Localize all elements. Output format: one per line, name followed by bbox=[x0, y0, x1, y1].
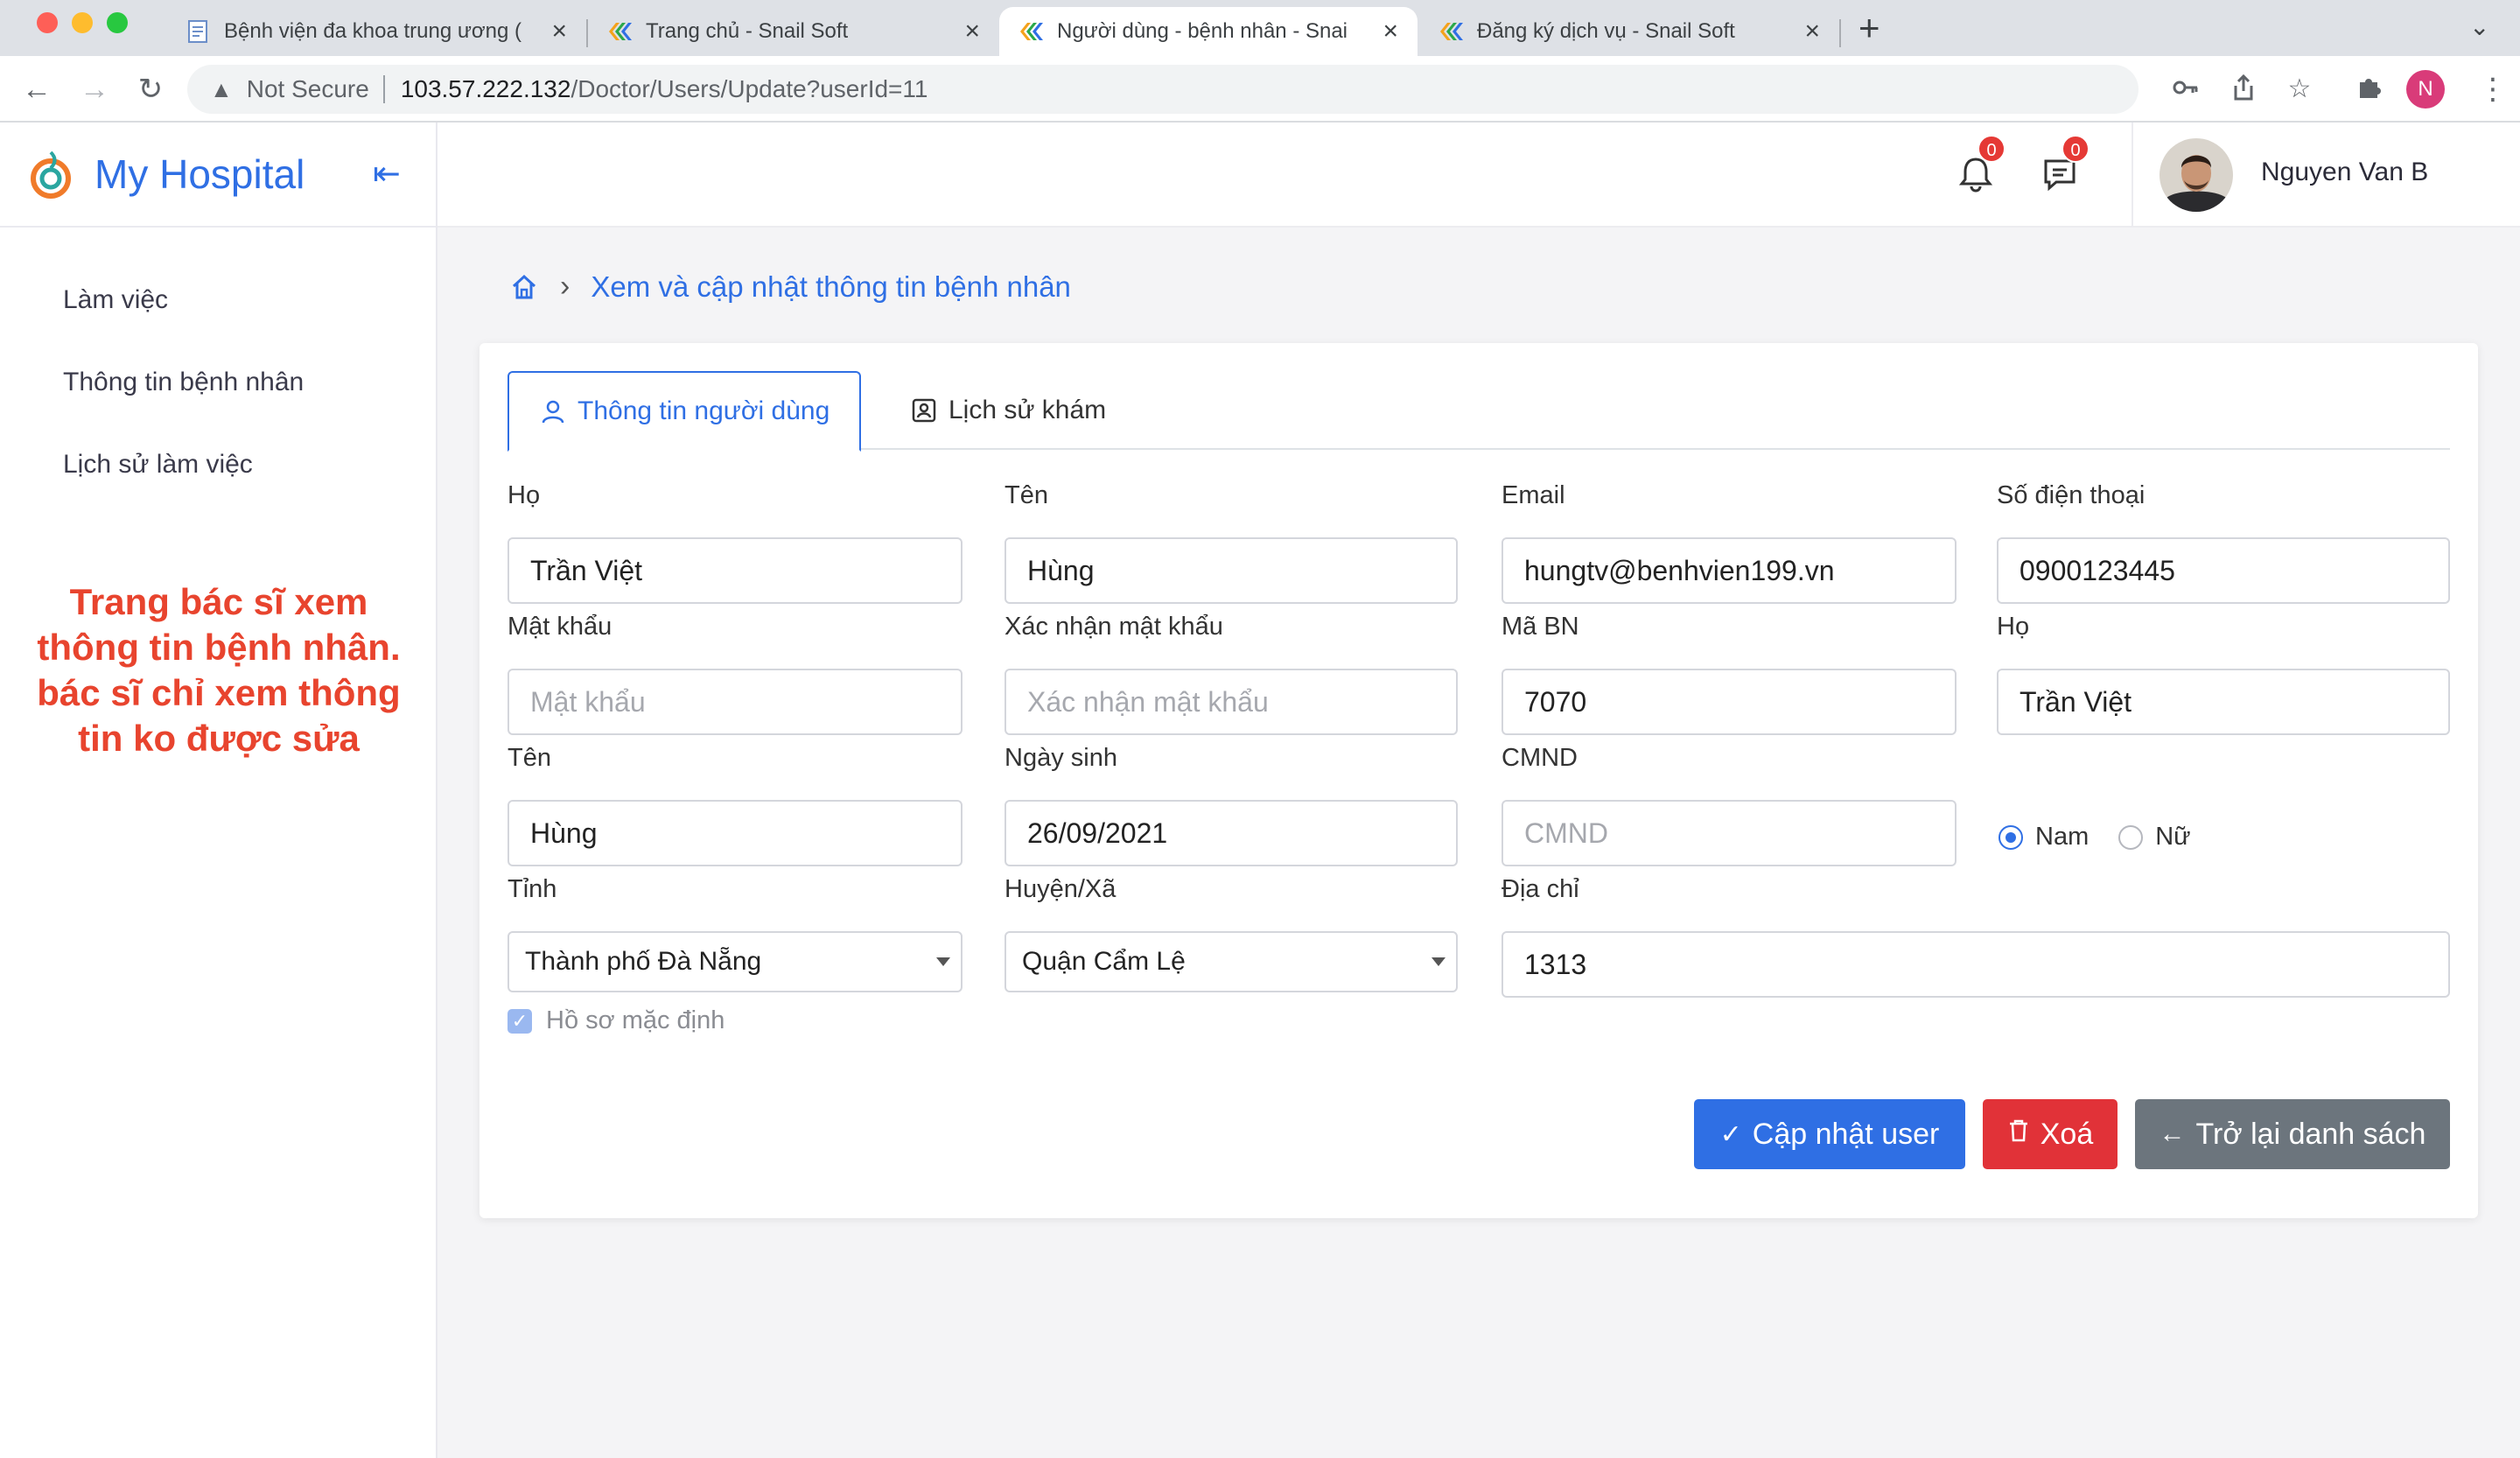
sidebar-item-lam-viec[interactable]: Làm việc bbox=[0, 259, 436, 341]
close-tab-icon[interactable]: × bbox=[1382, 18, 1398, 45]
browser-tab-3-active[interactable]: Người dùng - bệnh nhân - Snai × bbox=[999, 7, 1418, 56]
field-ho: Họ Trần Việt bbox=[508, 481, 962, 604]
app-header: 0 0 Nguyen Van B bbox=[438, 123, 2520, 228]
close-tab-icon[interactable]: × bbox=[1804, 18, 1820, 45]
phone-input[interactable]: 0900123445 bbox=[1997, 537, 2450, 604]
forward-arrow-icon[interactable]: → bbox=[77, 72, 112, 107]
ho-2-input[interactable]: Trần Việt bbox=[1997, 669, 2450, 735]
check-icon: ✓ bbox=[1719, 1119, 1742, 1149]
more-options-icon[interactable]: ⋮ bbox=[2478, 72, 2508, 107]
trash-icon bbox=[2007, 1118, 2030, 1150]
field-email: Email hungtv@benhvien199.vn bbox=[1502, 481, 1956, 604]
close-tab-icon[interactable]: × bbox=[964, 18, 980, 45]
ten-2-input[interactable]: Hùng bbox=[508, 800, 962, 866]
form-tabs: Thông tin người dùng Lịch sử khám bbox=[508, 371, 2450, 452]
brand-name[interactable]: My Hospital bbox=[94, 151, 304, 198]
delete-button[interactable]: Xoá bbox=[1983, 1099, 2118, 1169]
snail-soft-icon bbox=[1438, 19, 1463, 44]
username[interactable]: Nguyen Van B bbox=[2261, 158, 2428, 187]
sidebar-item-lich-su-lam-viec[interactable]: Lịch sử làm việc bbox=[0, 424, 436, 506]
share-icon[interactable] bbox=[2228, 74, 2259, 105]
tab-user-info[interactable]: Thông tin người dùng bbox=[508, 371, 862, 452]
user-avatar[interactable] bbox=[2160, 138, 2233, 212]
browser-toolbar: ← → ↻ ▲ Not Secure 103.57.222.132 /Docto… bbox=[0, 56, 2520, 123]
ma-bn-input[interactable]: 7070 bbox=[1502, 669, 1956, 735]
browser-tab-1[interactable]: Bệnh viện đa khoa trung ương ( × bbox=[166, 7, 586, 56]
browser-tab-2[interactable]: Trang chủ - Snail Soft × bbox=[588, 7, 999, 56]
reload-icon[interactable]: ↻ bbox=[133, 72, 168, 107]
address-bar[interactable]: ▲ Not Secure 103.57.222.132 /Doctor/User… bbox=[187, 65, 2138, 114]
breadcrumb: › Xem và cập nhật thông tin bệnh nhân bbox=[509, 270, 1071, 304]
field-ten: Tên Hùng bbox=[1004, 481, 1458, 604]
message-chat-icon[interactable]: 0 bbox=[2034, 135, 2090, 200]
new-tab-plus-icon[interactable]: + bbox=[1858, 9, 1880, 47]
brand-header: My Hospital ⇤ bbox=[0, 123, 436, 228]
address-input[interactable]: 1313 bbox=[1502, 931, 2450, 998]
chevron-right-icon: › bbox=[560, 270, 570, 303]
patient-form-card: Thông tin người dùng Lịch sử khám Họ Trầ… bbox=[480, 343, 2478, 1218]
password-input[interactable]: Mật khẩu bbox=[508, 669, 962, 735]
close-tab-icon[interactable]: × bbox=[551, 18, 567, 45]
dob-input[interactable]: 26/09/2021 bbox=[1004, 800, 1458, 866]
tab-search-chevron-icon[interactable]: ⌄ bbox=[2469, 12, 2489, 41]
ho-input[interactable]: Trần Việt bbox=[508, 537, 962, 604]
extensions-puzzle-icon[interactable] bbox=[2354, 74, 2385, 105]
province-select[interactable]: Thành phố Đà Nẵng bbox=[508, 931, 962, 992]
message-count-badge: 0 bbox=[2062, 135, 2090, 163]
confirm-password-input[interactable]: Xác nhận mật khẩu bbox=[1004, 669, 1458, 735]
notification-count-badge: 0 bbox=[1978, 135, 2006, 163]
update-user-button[interactable]: ✓ Cập nhật user bbox=[1694, 1099, 1965, 1169]
gender-radio-group: Nam Nữ bbox=[1998, 823, 2191, 852]
snail-soft-icon bbox=[607, 19, 632, 44]
warning-triangle-icon: ▲ bbox=[210, 75, 233, 102]
field-ma-bn: Mã BN 7070 bbox=[1502, 613, 1956, 735]
profile-avatar[interactable]: N bbox=[2406, 70, 2445, 109]
default-profile-checkbox-row: ✓ Hồ sơ mặc định bbox=[508, 1006, 724, 1035]
field-phone: Số điện thoại 0900123445 bbox=[1997, 481, 2450, 604]
default-profile-checkbox[interactable]: ✓ bbox=[508, 1008, 532, 1034]
field-district: Huyện/Xã Quận Cẩm Lệ bbox=[1004, 875, 1458, 992]
field-confirm-password: Xác nhận mật khẩu Xác nhận mật khẩu bbox=[1004, 613, 1458, 735]
field-dob: Ngày sinh 26/09/2021 bbox=[1004, 744, 1458, 866]
arrow-left-icon: ← bbox=[2159, 1119, 2186, 1148]
window-minimize-button[interactable] bbox=[72, 12, 93, 33]
hospital-logo-icon bbox=[31, 151, 71, 199]
cmnd-input[interactable]: CMND bbox=[1502, 800, 1956, 866]
gender-female-radio[interactable] bbox=[2118, 824, 2144, 850]
back-to-list-button[interactable]: ← Trở lại danh sách bbox=[2135, 1099, 2450, 1169]
back-arrow-icon[interactable]: ← bbox=[19, 72, 54, 107]
home-icon[interactable] bbox=[509, 272, 539, 302]
sidebar: My Hospital ⇤ Làm việc Thông tin bệnh nh… bbox=[0, 123, 438, 1458]
breadcrumb-current: Xem và cập nhật thông tin bệnh nhân bbox=[591, 270, 1071, 303]
user-icon bbox=[542, 400, 564, 424]
notification-bell-icon[interactable]: 0 bbox=[1950, 135, 2006, 200]
field-ho-2: Họ Trần Việt bbox=[1997, 613, 2450, 735]
ten-input[interactable]: Hùng bbox=[1004, 537, 1458, 604]
gender-male-radio[interactable] bbox=[1998, 824, 2023, 850]
window-maximize-button[interactable] bbox=[107, 12, 128, 33]
sidebar-item-thong-tin-benh-nhan[interactable]: Thông tin bệnh nhân bbox=[0, 341, 436, 424]
field-address: Địa chỉ 1313 bbox=[1502, 875, 2450, 998]
bookmark-star-icon[interactable]: ☆ bbox=[2284, 74, 2315, 105]
browser-tab-bar: Bệnh viện đa khoa trung ương ( × Trang c… bbox=[0, 0, 2520, 56]
main-content: 0 0 Nguyen Van B › Xem và cập nhật thông… bbox=[438, 123, 2520, 1458]
field-cmnd: CMND CMND bbox=[1502, 744, 1956, 866]
tab-history[interactable]: Lịch sử khám bbox=[880, 371, 1136, 450]
window-close-button[interactable] bbox=[37, 12, 58, 33]
sidebar-menu: Làm việc Thông tin bệnh nhân Lịch sử làm… bbox=[0, 228, 436, 506]
district-select[interactable]: Quận Cẩm Lệ bbox=[1004, 931, 1458, 992]
document-icon bbox=[186, 19, 210, 44]
browser-tab-4[interactable]: Đăng ký dịch vụ - Snail Soft × bbox=[1419, 7, 1839, 56]
contact-card-icon bbox=[912, 398, 936, 423]
email-input[interactable]: hungtv@benhvien199.vn bbox=[1502, 537, 1956, 604]
collapse-sidebar-icon[interactable]: ⇤ bbox=[373, 154, 401, 193]
annotation-note: Trang bác sĩ xem thông tin bệnh nhân. bá… bbox=[37, 581, 401, 759]
field-province: Tỉnh Thành phố Đà Nẵng bbox=[508, 875, 962, 992]
field-ten-2: Tên Hùng bbox=[508, 744, 962, 866]
field-password: Mật khẩu Mật khẩu bbox=[508, 613, 962, 735]
key-icon[interactable] bbox=[2170, 74, 2202, 105]
snail-soft-icon bbox=[1018, 19, 1043, 44]
